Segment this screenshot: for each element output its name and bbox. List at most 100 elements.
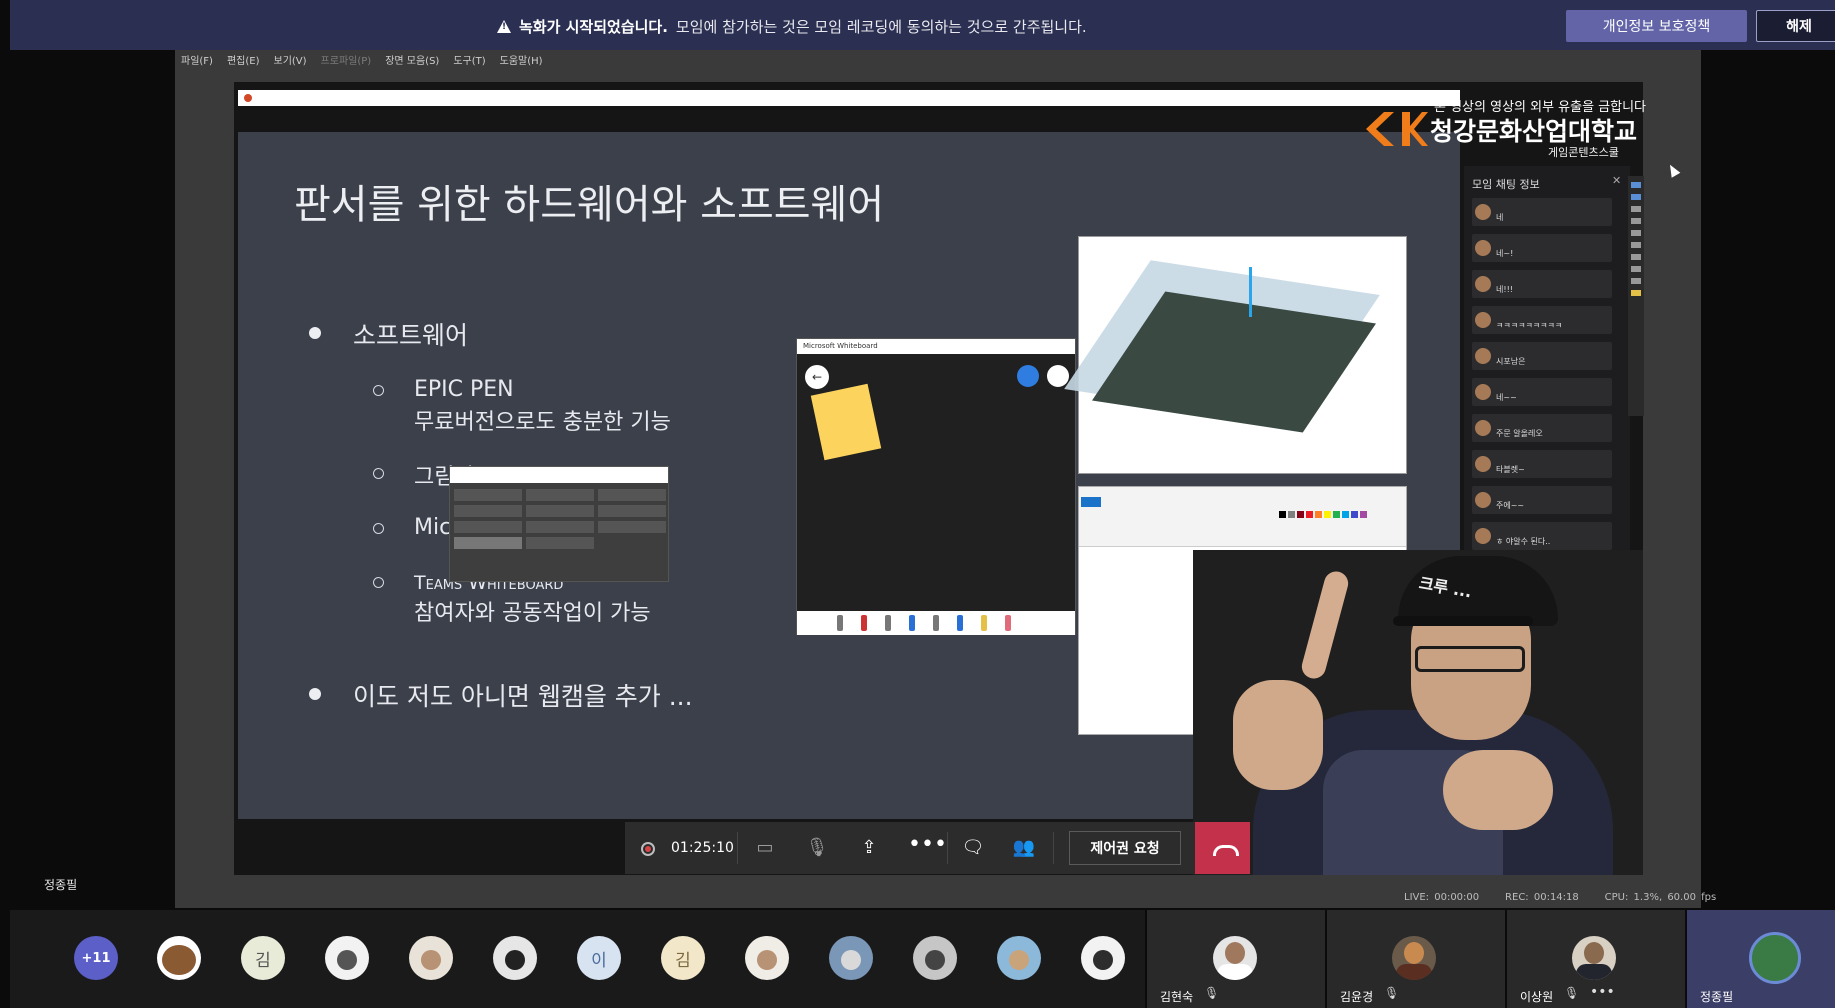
color-swatch [1279,511,1286,518]
shape-icon [1631,242,1641,248]
warning-icon [497,20,511,33]
presenter-finger [1299,568,1351,682]
avatar-image [162,945,196,975]
chat-message: 네~! [1472,234,1612,262]
dismiss-button[interactable]: 해제 [1756,10,1835,42]
chat-message: 주문 알올레오 [1472,414,1612,442]
scene-cell [526,489,594,501]
presenter-name-label: 정종필 [44,878,78,892]
sub-bullet-epic-pen-desc: 무료버전으로도 충분한 기능 [414,410,671,435]
color-swatch [1351,511,1358,518]
avatar[interactable]: 김 [241,936,285,980]
camera-off-icon[interactable]: ▭ [752,836,778,860]
undo-icon [1631,254,1641,260]
bullet-dot [309,688,321,700]
chat-icon[interactable]: 🗨 [960,836,986,860]
whiteboard-title: Microsoft Whiteboard [797,339,1075,354]
presenter-video: 크루 ... [1193,550,1643,875]
chat-text: 주에~~ [1496,501,1525,510]
color-swatch [1324,511,1331,518]
participants-icon[interactable]: 👥 [1011,836,1037,860]
chat-panel-title: 모임 채팅 정보 [1472,178,1540,191]
mic-off-icon: 🎙 [1204,986,1220,1000]
share-screen-icon[interactable]: ⇪ [856,836,882,860]
pen-icon [1631,194,1641,200]
pen-icon [933,615,939,631]
color-swatch [1360,511,1367,518]
menu-view: 보기(V) [273,55,307,67]
avatar[interactable] [997,936,1041,980]
scene-cell [454,521,522,533]
avatar [1475,204,1491,220]
pen-icon [957,615,963,631]
avatar-body [1217,964,1253,980]
whiteboard-window: Microsoft Whiteboard ← [796,338,1076,635]
sticky-note [810,383,882,461]
college-logo [1366,112,1428,146]
chat-message: 시포남은 [1472,342,1612,370]
college-department: 게임콘텐츠스쿨 [1548,146,1619,159]
avatar[interactable] [829,936,873,980]
college-name: 청강문화산업대학교 [1430,117,1638,146]
request-control-button[interactable]: 제어권 요청 [1069,831,1181,865]
mic-off-icon[interactable]: 🎙 [804,836,830,860]
presenter-hand [1233,680,1323,790]
menu-profile: 프로파일(P) [320,55,372,67]
recording-consent-text: 모임에 참가하는 것은 모임 레코딩에 동의하는 것으로 간주됩니다. [675,18,1087,36]
chat-text: 타블렛~ [1496,465,1525,474]
cpu-usage: CPU: 1.3%, 60.00 fps [1604,892,1717,903]
avatar[interactable] [493,936,537,980]
chat-text: 네 [1496,213,1504,222]
menu-tools: 도구(T) [453,55,486,67]
avatar [1572,936,1616,980]
avatar-image [1093,950,1113,970]
divider [737,832,738,864]
avatar[interactable] [745,936,789,980]
presenter-glasses [1415,646,1525,672]
participant-name: 이상원 [1520,990,1554,1004]
recording-message: 녹화가 시작되었습니다. 모임에 참가하는 것은 모임 레코딩에 동의하는 것으… [497,16,1087,37]
divider [947,832,948,864]
avatar[interactable] [157,936,201,980]
chat-message: 타블렛~ [1472,450,1612,478]
sub-bullet-teams-desc: 참여자와 공동작업이 가능 [414,601,651,626]
hang-up-button[interactable] [1195,822,1250,874]
sub-bullet-circle [373,468,384,479]
recording-banner: 녹화가 시작되었습니다. 모임에 참가하는 것은 모임 레코딩에 동의하는 것으… [10,0,1835,50]
avatar[interactable]: 이 [577,936,621,980]
presenter-hand [1443,750,1553,830]
sub-bullet-circle [373,385,384,396]
save-icon [1631,278,1641,284]
avatar[interactable]: 김 [661,936,705,980]
overflow-participants-button[interactable]: +11 [74,936,118,980]
avatar-face [1584,942,1604,964]
trash-icon [1631,266,1641,272]
color-swatch [1342,511,1349,518]
back-arrow-icon: ← [805,365,829,389]
menu-file: 파일(F) [181,55,213,67]
avatar[interactable] [325,936,369,980]
chat-text: 네~! [1496,249,1514,258]
scene-cell [598,521,666,533]
more-options-icon[interactable]: ••• [1590,984,1615,1000]
avatar [1475,456,1491,472]
pen-icon [909,615,915,631]
more-options-icon[interactable]: ••• [908,834,947,860]
stream-stats: LIVE: 00:00:00 REC: 00:14:18 CPU: 1.3%, … [1404,892,1716,903]
bullet-webcam: 이도 저도 아니면 웹캠을 추가 ... [353,682,693,711]
avatar[interactable] [1081,936,1125,980]
scene-cell [526,537,594,549]
avatar[interactable] [409,936,453,980]
scene-cell [598,489,666,501]
line-icon [1631,230,1641,236]
sub-bullet-circle [373,523,384,534]
avatar [1475,384,1491,400]
chat-message: 네~~ [1472,378,1612,406]
scene-cell [454,489,522,501]
avatar [1392,936,1436,980]
privacy-policy-button[interactable]: 개인정보 보호정책 [1566,10,1747,42]
avatar[interactable] [913,936,957,980]
avatar-image [925,950,945,970]
mic-off-icon: 🎙 [1384,986,1400,1000]
highlighter-icon [981,615,987,631]
